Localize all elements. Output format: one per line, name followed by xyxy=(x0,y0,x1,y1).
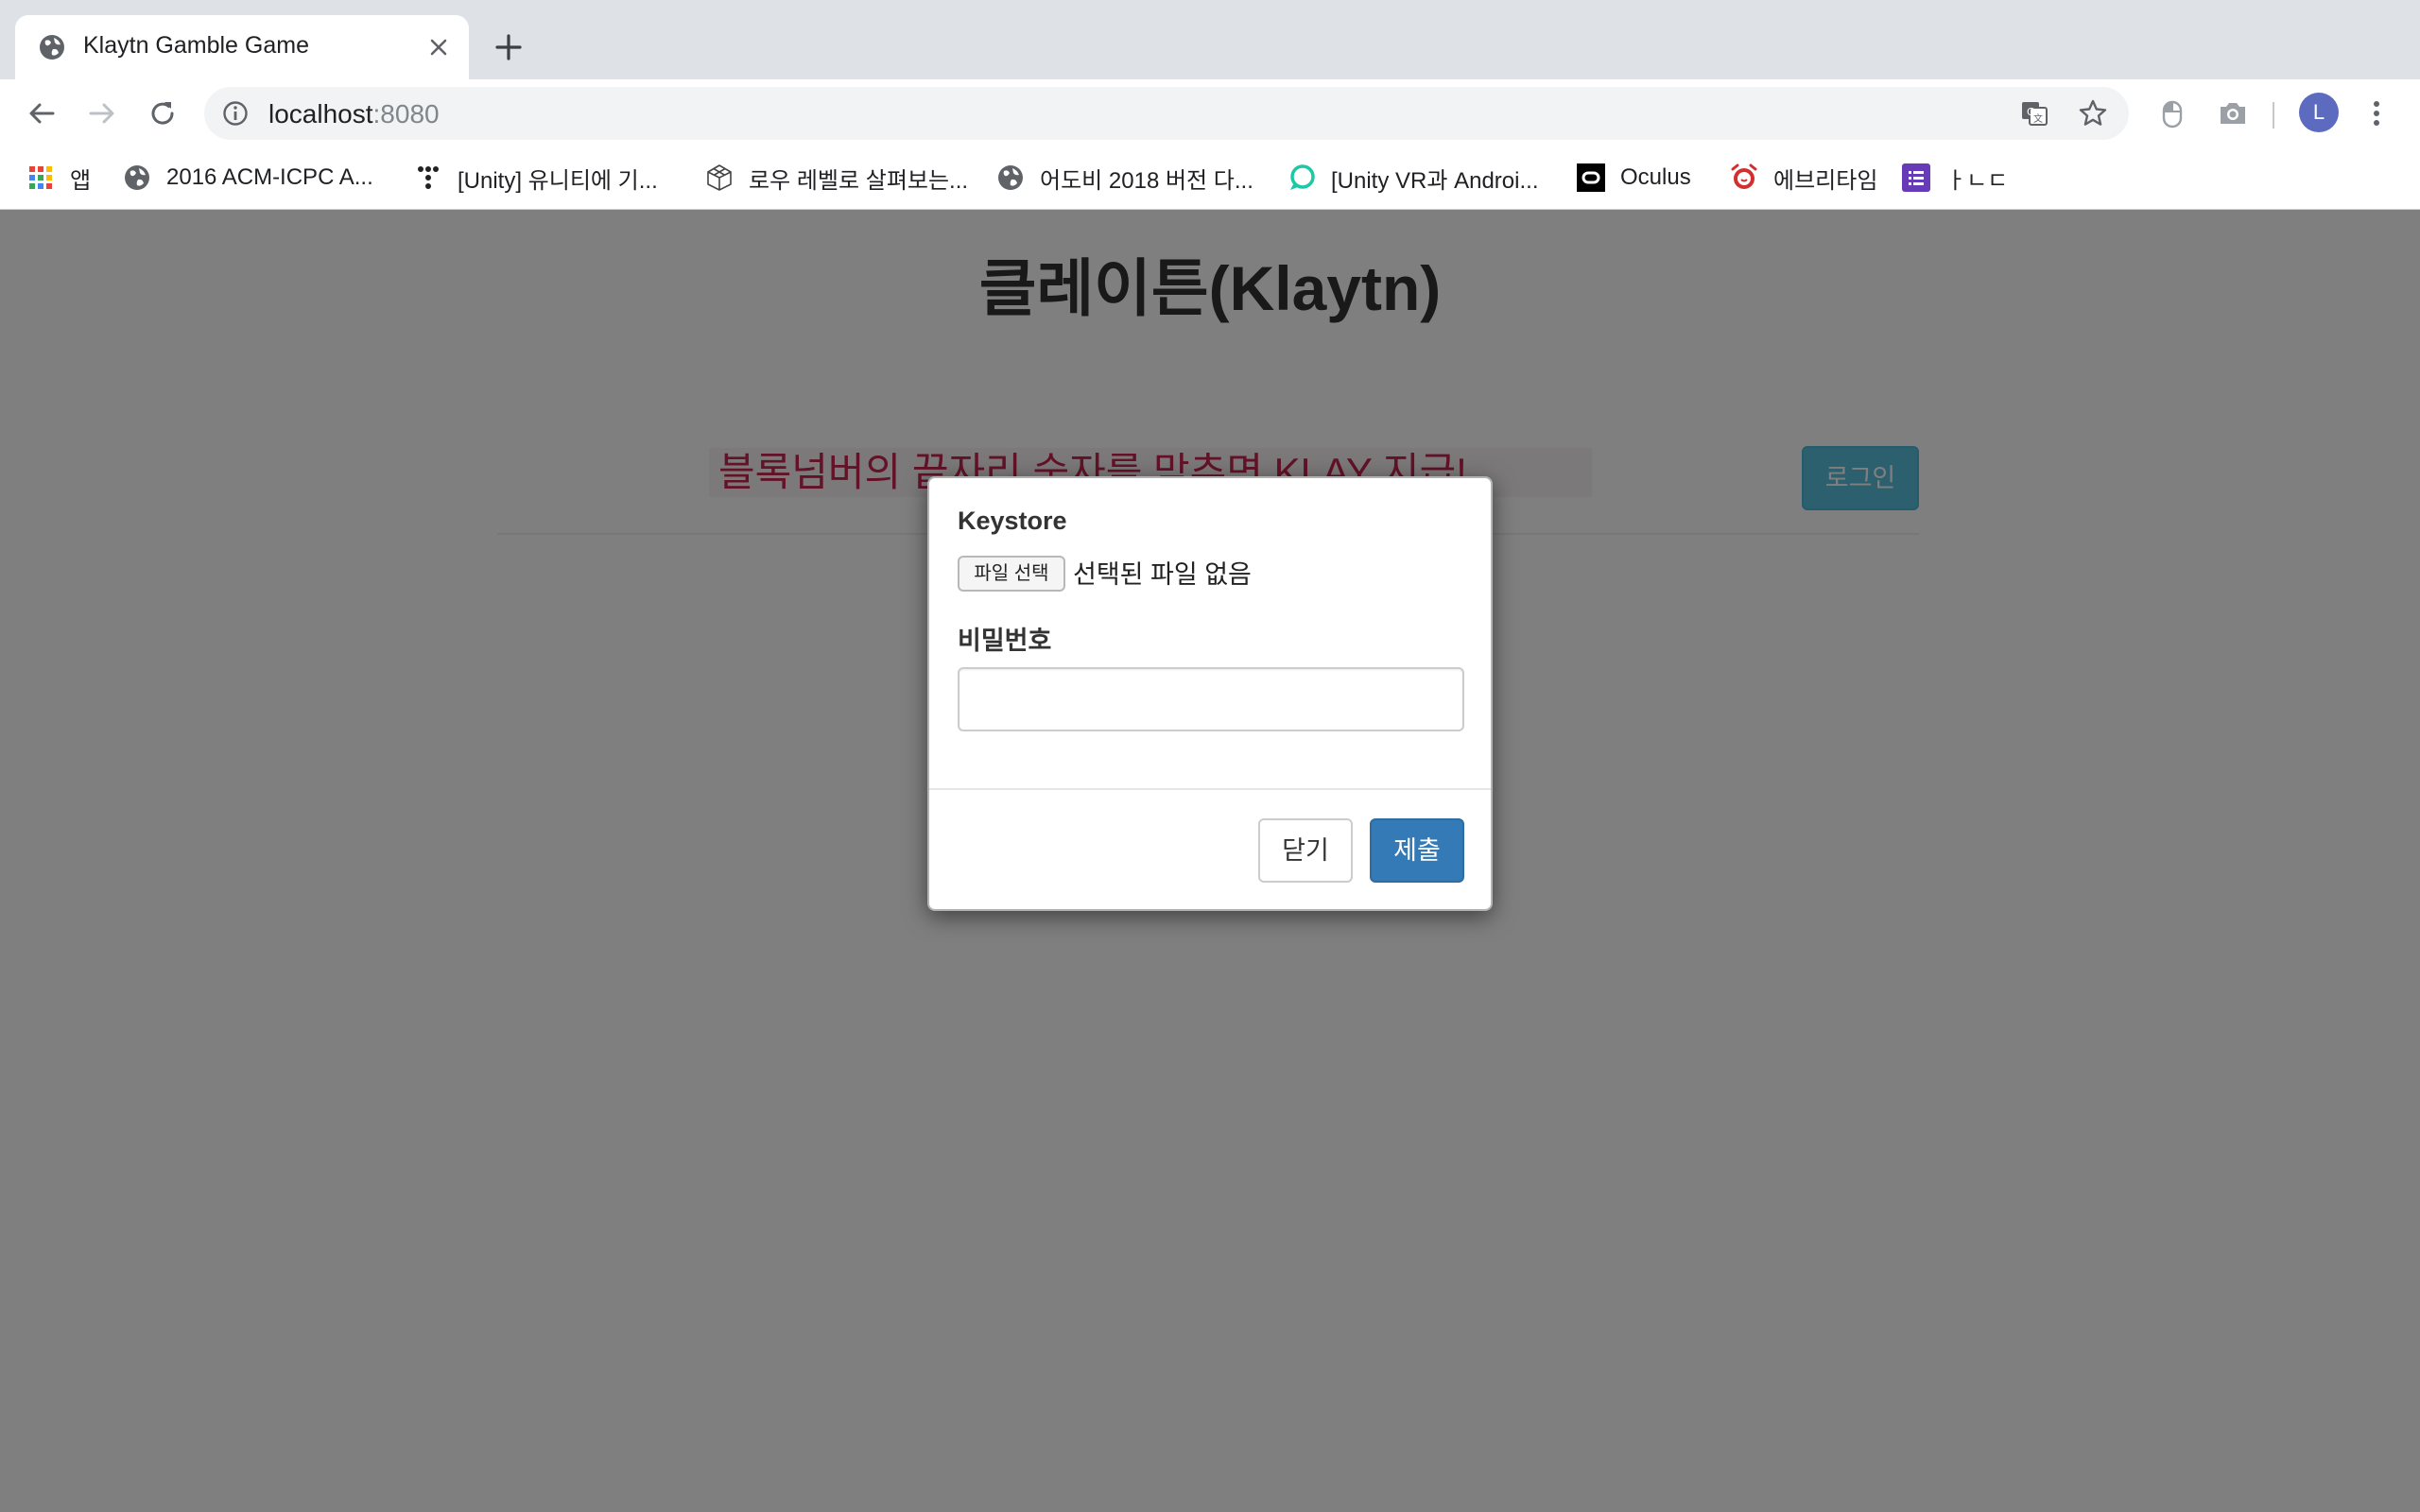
bookmark-low-level[interactable]: 로우 레벨로 살펴보는... xyxy=(705,159,968,197)
bookmark-adobe[interactable]: 어도비 2018 버전 다... xyxy=(996,159,1253,197)
bookmark-oculus[interactable]: Oculus xyxy=(1577,159,1691,197)
bookmark-label: 2016 ACM-ICPC A... xyxy=(166,164,373,190)
toolbar-divider xyxy=(2273,102,2274,129)
password-input[interactable] xyxy=(958,667,1464,731)
speech-bubble-icon xyxy=(1290,164,1315,190)
bookmark-label: 앱 xyxy=(70,167,92,194)
bookmark-list[interactable]: ㅏㄴㄷ xyxy=(1902,159,2008,197)
bookmark-apps[interactable]: 앱 xyxy=(26,159,91,197)
bookmark-everytime[interactable]: 에브리타임 xyxy=(1730,159,1877,197)
bookmark-label: 에브리타임 xyxy=(1773,167,1878,194)
new-tab-plus-icon[interactable] xyxy=(492,30,526,64)
profile-avatar[interactable]: L xyxy=(2299,93,2339,132)
password-label: 비밀번호 xyxy=(958,627,1052,655)
forward-arrow-icon[interactable] xyxy=(85,96,119,130)
submit-button[interactable]: 제출 xyxy=(1370,818,1464,883)
browser-tab[interactable]: Klaytn Gamble Game xyxy=(15,15,469,79)
star-icon[interactable] xyxy=(2078,98,2108,129)
bookmark-label: Oculus xyxy=(1620,164,1691,190)
bookmark-label: 로우 레벨로 살펴보는... xyxy=(749,167,969,194)
info-icon[interactable] xyxy=(221,99,250,128)
bookmarks-bar: 앱 2016 ACM-ICPC A... [Unity] 유니티에 기... 로… xyxy=(0,147,2420,210)
svg-text:文: 文 xyxy=(2033,112,2043,125)
camera-icon[interactable] xyxy=(2216,96,2250,130)
login-modal: Keystore 파일 선택 선택된 파일 없음 비밀번호 닫기 제출 xyxy=(927,476,1493,911)
bookmark-unity-vr[interactable]: [Unity VR과 Androi... xyxy=(1288,159,1538,197)
close-button[interactable]: 닫기 xyxy=(1258,818,1353,883)
kebab-menu-icon[interactable] xyxy=(2360,96,2394,130)
address-bar[interactable]: localhost:8080 G 文 xyxy=(204,87,2129,140)
tistory-icon xyxy=(418,166,439,189)
file-select-button[interactable]: 파일 선택 xyxy=(958,556,1065,592)
translate-icon[interactable]: G 文 xyxy=(2019,98,2049,129)
back-arrow-icon[interactable] xyxy=(25,96,59,130)
close-icon[interactable] xyxy=(425,34,452,60)
alarm-clock-icon xyxy=(1731,163,1757,189)
url-text: localhost:8080 xyxy=(268,99,440,129)
globe-icon xyxy=(125,165,149,190)
bookmark-label: [Unity] 유니티에 기... xyxy=(458,167,658,194)
modal-footer-divider xyxy=(929,788,1491,790)
bookmark-acm-icpc[interactable]: 2016 ACM-ICPC A... xyxy=(123,159,373,197)
reload-icon[interactable] xyxy=(146,96,180,130)
oculus-icon xyxy=(1577,163,1605,192)
globe-icon xyxy=(40,35,64,60)
file-status-text: 선택된 파일 없음 xyxy=(1073,560,1252,589)
keystore-label: Keystore xyxy=(958,507,1067,535)
bookmark-label: [Unity VR과 Androi... xyxy=(1331,167,1539,194)
cube-icon xyxy=(707,164,732,191)
bookmark-label: 어도비 2018 버전 다... xyxy=(1040,167,1253,194)
globe-icon xyxy=(998,165,1023,190)
tab-title: Klaytn Gamble Game xyxy=(83,32,309,59)
apps-grid-icon xyxy=(29,166,52,189)
page-viewport: 클레이튼(Klaytn) 블록넘버의 끝자리 숫자를 맞추면 KLAY 지급! … xyxy=(0,210,2420,1512)
list-icon xyxy=(1902,163,1930,192)
mouse-extension-icon[interactable] xyxy=(2155,96,2189,130)
browser-toolbar: localhost:8080 G 文 L xyxy=(0,79,2420,147)
tab-strip: Klaytn Gamble Game xyxy=(0,0,2420,79)
bookmark-unity[interactable]: [Unity] 유니티에 기... xyxy=(414,159,658,197)
bookmark-label: ㅏㄴㄷ xyxy=(1945,167,2009,194)
